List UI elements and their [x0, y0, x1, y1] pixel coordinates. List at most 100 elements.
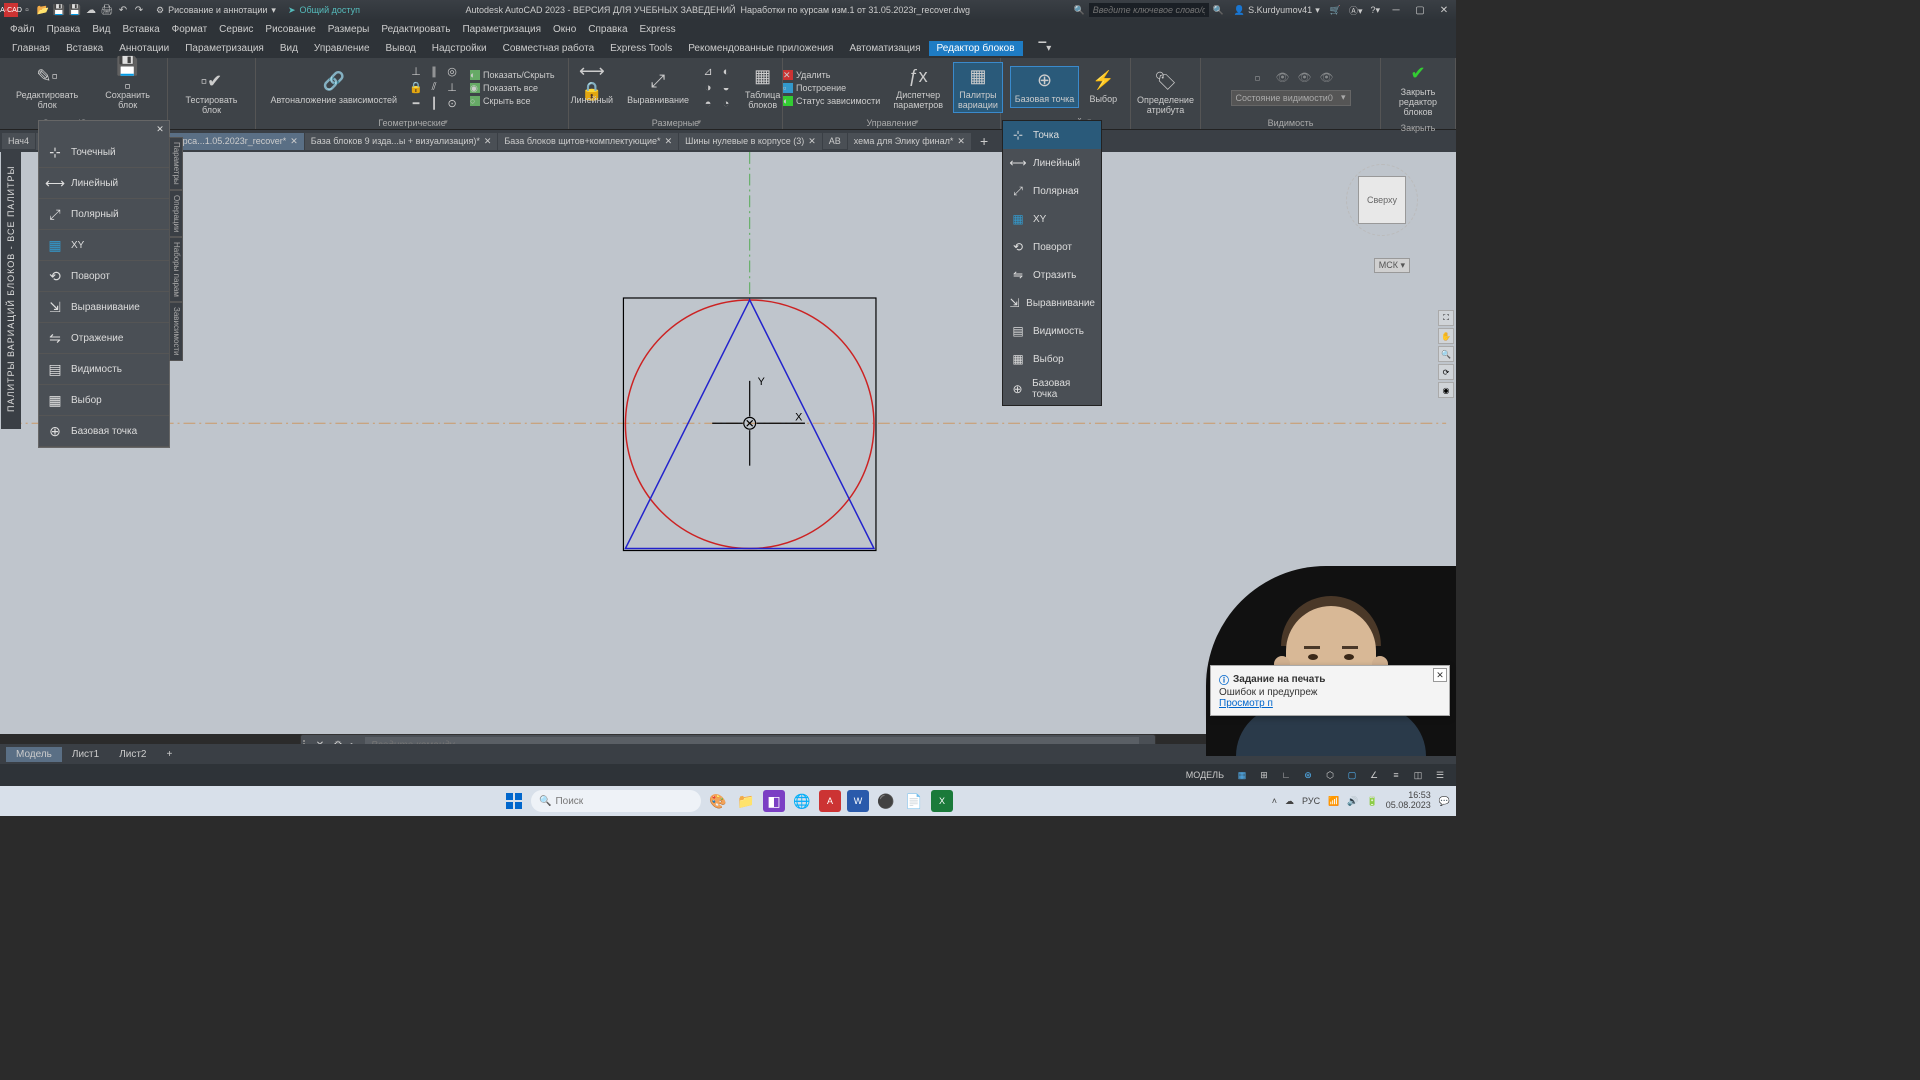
palette-item-lookup[interactable]: ▦Выбор: [39, 385, 169, 416]
dropdown-item-flip[interactable]: ⇋Отразить: [1003, 261, 1101, 289]
lineweight-toggle-icon[interactable]: ≡: [1386, 766, 1406, 784]
file-tab[interactable]: База блоков 9 изда...ы + визуализация)*✕: [305, 133, 498, 150]
ribbon-tab[interactable]: Главная: [4, 41, 58, 56]
ribbon-tab[interactable]: Рекомендованные приложения: [680, 41, 841, 56]
palette-item-visibility[interactable]: ▤Видимость: [39, 354, 169, 385]
tray-battery-icon[interactable]: 🔋: [1367, 796, 1378, 807]
taskbar-pdf-icon[interactable]: 📄: [903, 790, 925, 812]
panel-label-geometric[interactable]: Геометрические: [374, 117, 450, 129]
constraint-concentric-icon[interactable]: ◎: [443, 64, 461, 80]
menu-dimension[interactable]: Размеры: [322, 24, 376, 35]
search-go-icon[interactable]: 🔍: [1213, 5, 1224, 16]
palette-item-basepoint[interactable]: ⊕Базовая точка: [39, 416, 169, 447]
tray-notifications-icon[interactable]: 💬: [1439, 796, 1450, 807]
qat-plot-icon[interactable]: 🖨: [100, 3, 114, 17]
ribbon-tab[interactable]: Вывод: [378, 41, 424, 56]
ribbon-tab[interactable]: Параметризация: [177, 41, 272, 56]
menu-modify[interactable]: Редактировать: [375, 24, 456, 35]
palette-tab-constraints[interactable]: Зависимости: [169, 302, 183, 361]
dropdown-item-polar[interactable]: ⤢Полярная: [1003, 177, 1101, 205]
snap-toggle-icon[interactable]: ⊞: [1254, 766, 1274, 784]
show-hide-constraints-button[interactable]: ◐Показать/Скрыть: [467, 69, 557, 81]
dim-icon[interactable]: ◑: [699, 80, 717, 96]
autodesk-app-icon[interactable]: 🛒: [1326, 5, 1345, 16]
palette-item-alignment[interactable]: ⇲Выравнивание: [39, 292, 169, 323]
otrack-toggle-icon[interactable]: ∠: [1364, 766, 1384, 784]
dim-icon[interactable]: ◐: [717, 64, 735, 80]
ribbon-tab[interactable]: Вид: [272, 41, 306, 56]
dim-icon[interactable]: ◒: [717, 80, 735, 96]
status-more-icon[interactable]: ☰: [1430, 766, 1450, 784]
taskbar-search[interactable]: 🔍Поиск: [531, 790, 701, 812]
start-button[interactable]: [503, 790, 525, 812]
delete-constraint-button[interactable]: ✕Удалить: [780, 69, 883, 81]
constraint-collinear-icon[interactable]: ∥: [425, 64, 443, 80]
palette-item-rotation[interactable]: ⟲Поворот: [39, 261, 169, 292]
toast-link[interactable]: Просмотр п: [1219, 698, 1441, 709]
menu-insert[interactable]: Вставка: [116, 24, 165, 35]
close-icon[interactable]: ✕: [957, 136, 965, 147]
menu-parametric[interactable]: Параметризация: [456, 24, 547, 35]
lookup-parameter-button[interactable]: ⚡Выбор: [1085, 67, 1121, 107]
taskbar-excel-icon[interactable]: X: [931, 790, 953, 812]
transparency-toggle-icon[interactable]: ◫: [1408, 766, 1428, 784]
polar-toggle-icon[interactable]: ⊛: [1298, 766, 1318, 784]
qat-saveas-icon[interactable]: 💾: [68, 3, 82, 17]
menu-draw[interactable]: Рисование: [259, 24, 321, 35]
app-menu-button[interactable]: A·CAD: [4, 3, 18, 17]
palette-title[interactable]: ПАЛИТРЫ ВАРИАЦИЙ БЛОКОВ - ВСЕ ПАЛИТРЫ: [1, 149, 21, 429]
visibility-state-combo[interactable]: Состояние видимости0▾: [1231, 90, 1351, 106]
constraint-tangent-icon[interactable]: ⊙: [443, 96, 461, 112]
constraint-parallel-icon[interactable]: ⫽: [425, 80, 443, 96]
dropdown-item-linear[interactable]: ⟷Линейный: [1003, 149, 1101, 177]
file-tab[interactable]: АВ: [823, 133, 847, 149]
file-tab[interactable]: хема для Элику финал*✕: [848, 133, 971, 150]
vis-icon[interactable]: 👁: [1296, 70, 1314, 86]
dropdown-item-lookup[interactable]: ▦Выбор: [1003, 345, 1101, 373]
edit-block-button[interactable]: ✎▫Редактировать блок: [6, 63, 88, 113]
file-tab[interactable]: База блоков щитов+комплектующие*✕: [498, 133, 678, 150]
close-icon[interactable]: ✕: [290, 136, 298, 147]
palette-item-xy[interactable]: ▦XY: [39, 230, 169, 261]
ribbon-tab[interactable]: Совместная работа: [495, 41, 603, 56]
ribbon-tab[interactable]: Управление: [306, 41, 378, 56]
workspace-switcher[interactable]: ⚙ Рисование и аннотации ▾: [150, 5, 282, 16]
dim-icon[interactable]: ◓: [699, 96, 717, 112]
menu-format[interactable]: Формат: [166, 24, 214, 35]
infocenter-icon[interactable]: Ⓐ▾: [1345, 4, 1367, 17]
palette-close-icon[interactable]: ✕: [153, 122, 167, 136]
visibility-state-button[interactable]: ▫: [1246, 70, 1270, 88]
dim-icon[interactable]: ⊿: [699, 64, 717, 80]
tray-language[interactable]: РУС: [1302, 796, 1320, 806]
close-button[interactable]: ✕: [1432, 1, 1456, 19]
show-all-constraints-button[interactable]: ◉Показать все: [467, 82, 557, 94]
dropdown-item-basepoint[interactable]: ⊕Базовая точка: [1003, 373, 1101, 405]
authoring-palettes-button[interactable]: ▦Палитры вариации: [953, 62, 1003, 114]
nav-zoom-icon[interactable]: 🔍: [1438, 346, 1454, 362]
palette-item-flip[interactable]: ⇋Отражение: [39, 323, 169, 354]
aligned-dimension-button[interactable]: ⤢Выравнивание: [623, 68, 693, 108]
test-block-button[interactable]: ▫✔Тестировать блок: [174, 68, 249, 118]
maximize-button[interactable]: ▢: [1408, 1, 1432, 19]
taskbar-obs-icon[interactable]: ⚫: [875, 790, 897, 812]
linear-dimension-button[interactable]: ⟷🔒Линейный: [567, 68, 617, 108]
basepoint-parameter-button[interactable]: ⊕Базовая точка: [1010, 66, 1080, 108]
vis-icon[interactable]: 👁: [1274, 70, 1292, 86]
minimize-button[interactable]: ─: [1384, 1, 1408, 19]
osnap-toggle-icon[interactable]: ▢: [1342, 766, 1362, 784]
constraint-coincident-icon[interactable]: ⊥: [407, 64, 425, 80]
ribbon-tab[interactable]: Надстройки: [424, 41, 495, 56]
construction-button[interactable]: ▫Построение: [780, 82, 883, 94]
attribute-definition-button[interactable]: 🏷Определение атрибута: [1133, 68, 1198, 118]
ribbon-tab[interactable]: Автоматизация: [841, 41, 928, 56]
ribbon-tab[interactable]: Express Tools: [602, 41, 680, 56]
panel-label-manage[interactable]: Управление: [862, 117, 920, 129]
close-icon[interactable]: ✕: [484, 136, 492, 147]
dropdown-item-point[interactable]: ⊹Точка: [1003, 121, 1101, 149]
ortho-toggle-icon[interactable]: ∟: [1276, 766, 1296, 784]
ribbon-tab[interactable]: Аннотации: [111, 41, 177, 56]
tray-onedrive-icon[interactable]: ☁: [1285, 796, 1294, 807]
tray-wifi-icon[interactable]: 📶: [1328, 796, 1339, 807]
layout-tab[interactable]: Лист1: [62, 747, 109, 762]
nav-full-icon[interactable]: ⛶: [1438, 310, 1454, 326]
